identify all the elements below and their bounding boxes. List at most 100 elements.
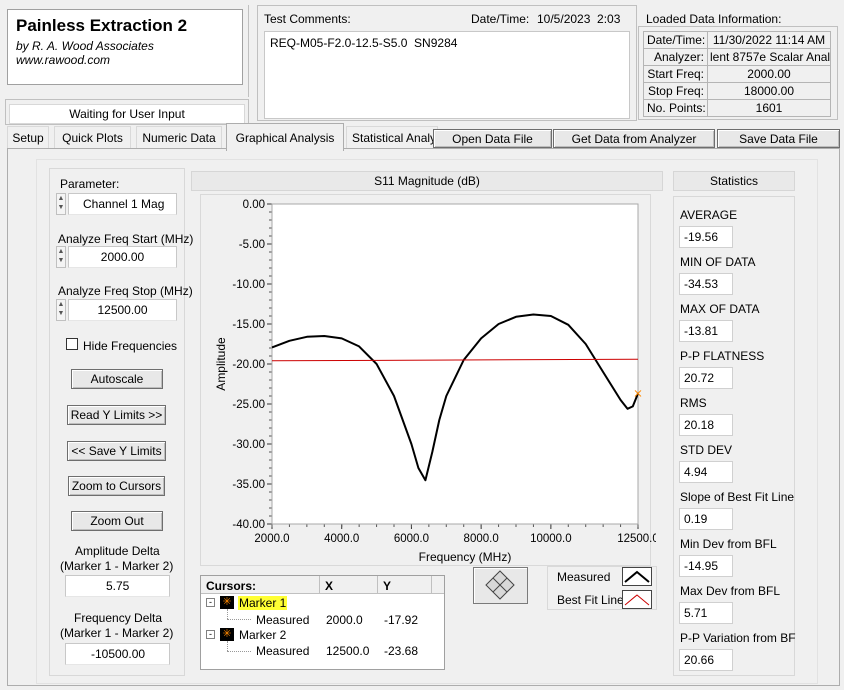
legend-measured-line [624,570,650,583]
freq-stop-input[interactable]: 12500.00 [68,299,177,321]
freq-delta-sublabel: (Marker 1 - Marker 2) [60,626,174,640]
info-label: Analyzer: [643,48,708,66]
info-value: 18000.00 [707,82,831,100]
comments-textarea[interactable]: REQ-M05-F2.0-12.5-S5.0 SN9284 [264,31,630,119]
app-title-panel: Painless Extraction 2 by R. A. Wood Asso… [7,9,243,85]
save-data-file-button[interactable]: Save Data File [717,129,840,148]
stat-label: Max Dev from BFL [680,584,781,598]
chart-svg: 0.00 -5.00 -10.00 -15.00 -20.00 -25.00 -30.00 -… [214,199,656,564]
cursor-table-header: Cursors: X Y [201,576,444,594]
tree-line [227,619,251,620]
y-tick-label: -20.00 [232,359,265,371]
amp-delta-sublabel: (Marker 1 - Marker 2) [60,559,174,573]
marker2-name[interactable]: Marker 2 [239,628,286,642]
parameter-label: Parameter: [60,177,120,191]
marker1-collapse-icon[interactable]: - [206,598,215,607]
freq-stop-label: Analyze Freq Stop (MHz) [58,284,193,298]
tab-numeric-data[interactable]: Numeric Data [136,126,222,148]
y-axis-label: Amplitude [214,337,228,391]
stat-value: 5.71 [679,602,733,624]
cursor-col-sep [319,576,320,594]
legend-bestfit-line [624,594,650,606]
cursor-header-name: Cursors: [206,579,257,593]
stat-value: -14.95 [679,555,733,577]
stat-value-text: -13.81 [684,324,719,338]
pan-diamond-icon [485,570,515,600]
stat-value: 4.94 [679,461,733,483]
graph-pan-button[interactable] [473,567,528,604]
marker2-x: 12500.0 [326,644,370,658]
get-data-analyzer-button[interactable]: Get Data from Analyzer [553,129,715,148]
stat-value-text: 20.72 [684,371,715,385]
marker2-cross-icon: ✳ [220,628,234,641]
stat-value-text: -14.95 [684,559,719,573]
parameter-select[interactable]: Channel 1 Mag [68,193,177,215]
marker2-y: -23.68 [384,644,419,658]
marker2-sub: Measured [256,644,310,658]
loaded-info-table: Date/Time: 11/30/2022 11:14 AM Analyzer: l… [643,31,831,117]
stat-value-text: -34.53 [684,277,719,291]
tree-line [227,651,251,652]
y-tick-label: 0.00 [243,199,265,211]
open-data-file-button[interactable]: Open Data File [433,129,552,148]
info-value: lent 8757e Scalar Analy [707,48,831,66]
hide-frequencies-checkbox[interactable] [66,338,78,350]
amp-delta-field: 5.75 [65,575,170,597]
tree-line [227,641,228,651]
save-y-limits-button[interactable]: << Save Y Limits [67,441,166,461]
info-label: No. Points: [643,99,708,117]
stat-value-text: 0.19 [684,512,708,526]
stat-value-text: 20.18 [684,418,715,432]
hide-frequencies-label: Hide Frequencies [83,339,178,353]
freq-start-spinner[interactable]: ▲ ▼ [56,246,66,268]
freq-delta-label: Frequency Delta [74,611,163,625]
y-tick-label: -10.00 [232,279,265,291]
tab-graphical-analysis[interactable]: Graphical Analysis [226,123,344,151]
app-author: by R. A. Wood Associates [16,39,154,53]
info-row: Date/Time: 11/30/2022 11:14 AM [643,31,831,49]
x-tick-label: 2000.0 [254,533,289,545]
stat-label: Slope of Best Fit Line [680,490,795,504]
stat-value: -19.56 [679,226,733,248]
info-value: 2000.00 [707,65,831,83]
tab-quick-plots[interactable]: Quick Plots [54,126,131,148]
stat-value-text: -19.56 [684,230,719,244]
tab-statistical-analysis[interactable]: Statistical Analy [346,126,438,148]
y-tick-label: -15.00 [232,319,265,331]
stat-value: 20.66 [679,649,733,671]
tab-setup[interactable]: Setup [7,126,49,148]
stat-label: STD DEV [680,443,733,457]
stat-label: MIN OF DATA [680,255,756,269]
marker1-name[interactable]: Marker 1 [238,596,288,610]
autoscale-button[interactable]: Autoscale [71,369,163,389]
zoom-out-button[interactable]: Zoom Out [71,511,163,531]
parameter-value: Channel 1 Mag [83,197,165,211]
y-tick-label: -40.00 [232,519,265,531]
legend-measured-label: Measured [557,570,611,584]
info-row: No. Points: 1601 [643,99,831,117]
stat-label: P-P FLATNESS [680,349,765,363]
cursor-col-sep [377,576,378,594]
parameter-spinner[interactable]: ▲ ▼ [56,193,66,215]
marker2-collapse-icon[interactable]: - [206,630,215,639]
graph-title-bar: S11 Magnitude (dB) [191,171,663,191]
stat-value: 20.72 [679,367,733,389]
marker1-sub: Measured [256,613,310,627]
zoom-to-cursors-button[interactable]: Zoom to Cursors [68,476,165,496]
graph-title: S11 Magnitude (dB) [374,174,480,188]
info-label: Start Freq: [643,65,708,83]
y-tick-label: -25.00 [232,399,265,411]
stat-value-text: 20.66 [684,653,715,667]
freq-start-input[interactable]: 2000.00 [68,246,177,268]
legend-bestfit-swatch [622,590,652,609]
cursor-table[interactable]: Cursors: X Y - ✳ Marker 1 Measured 2000.… [200,575,445,670]
info-row: Analyzer: lent 8757e Scalar Analy [643,48,831,66]
read-y-limits-button[interactable]: Read Y Limits >> [67,405,166,425]
stat-label: P-P Variation from BF [680,631,796,645]
info-row: Start Freq: 2000.00 [643,65,831,83]
freq-stop-spinner[interactable]: ▲ ▼ [56,299,66,321]
stat-value-text: 4.94 [684,465,708,479]
x-tick-label: 6000.0 [394,533,429,545]
stat-label: MAX OF DATA [680,302,760,316]
freq-start-label: Analyze Freq Start (MHz) [58,232,194,246]
